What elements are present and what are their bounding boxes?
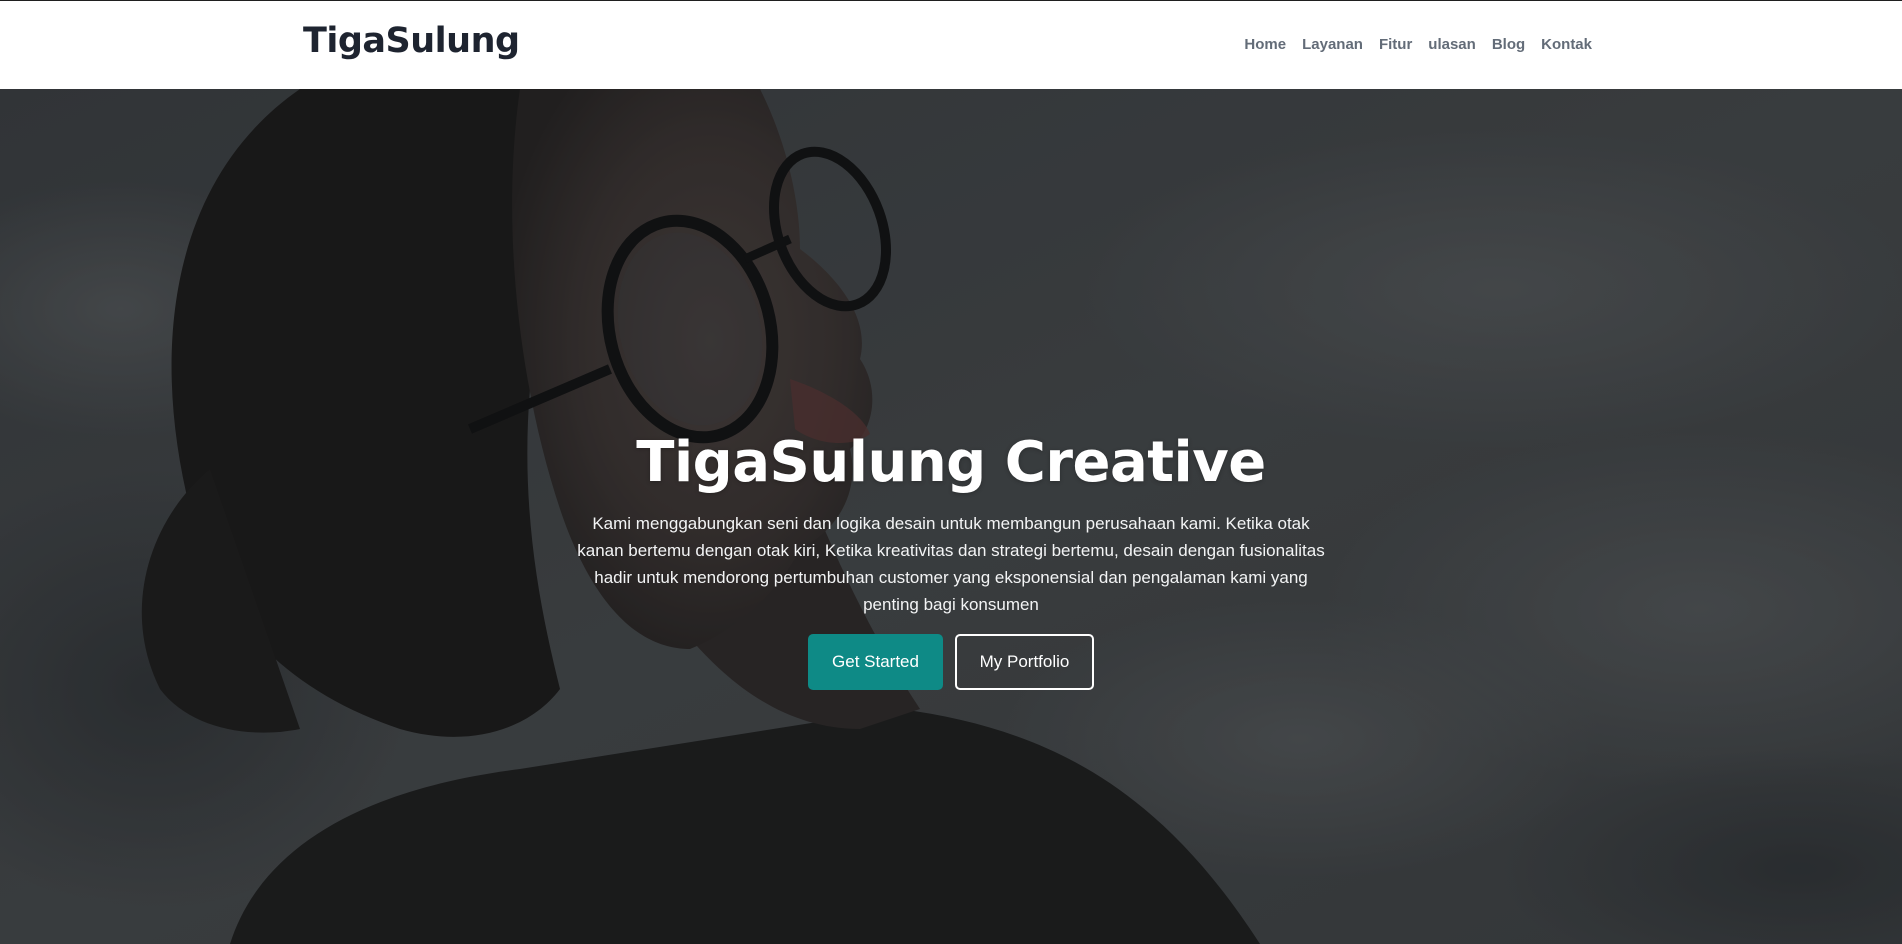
nav-item-home: Home [1244, 34, 1286, 53]
nav-link-layanan[interactable]: Layanan [1302, 36, 1363, 53]
get-started-button[interactable]: Get Started [808, 634, 943, 691]
top-navbar: TigaSulung Home Layanan Fitur ulasan Blo… [0, 0, 1902, 89]
hero-actions: Get Started My Portfolio [551, 634, 1351, 691]
nav-link-blog[interactable]: Blog [1492, 36, 1525, 53]
nav-item-ulasan: ulasan [1428, 34, 1476, 53]
hero-section: TigaSulung Creative Kami menggabungkan s… [0, 89, 1902, 944]
nav-link-home[interactable]: Home [1244, 36, 1286, 53]
nav-link-kontak[interactable]: Kontak [1541, 36, 1592, 53]
hero-title: TigaSulung Creative [636, 430, 1266, 495]
brand-logo[interactable]: TigaSulung [303, 21, 520, 61]
main-nav: Home Layanan Fitur ulasan Blog Kontak [1244, 34, 1592, 53]
my-portfolio-button[interactable]: My Portfolio [955, 634, 1094, 691]
nav-item-fitur: Fitur [1379, 34, 1412, 53]
landing-page: TigaSulung Home Layanan Fitur ulasan Blo… [0, 0, 1902, 944]
nav-item-blog: Blog [1492, 34, 1525, 53]
nav-link-ulasan[interactable]: ulasan [1428, 36, 1476, 53]
nav-link-fitur[interactable]: Fitur [1379, 36, 1412, 53]
nav-item-kontak: Kontak [1541, 34, 1592, 53]
hero-description: Kami menggabungkan seni dan logika desai… [577, 514, 1325, 615]
nav-item-layanan: Layanan [1302, 34, 1363, 53]
hero-content: TigaSulung Creative Kami menggabungkan s… [551, 429, 1351, 691]
